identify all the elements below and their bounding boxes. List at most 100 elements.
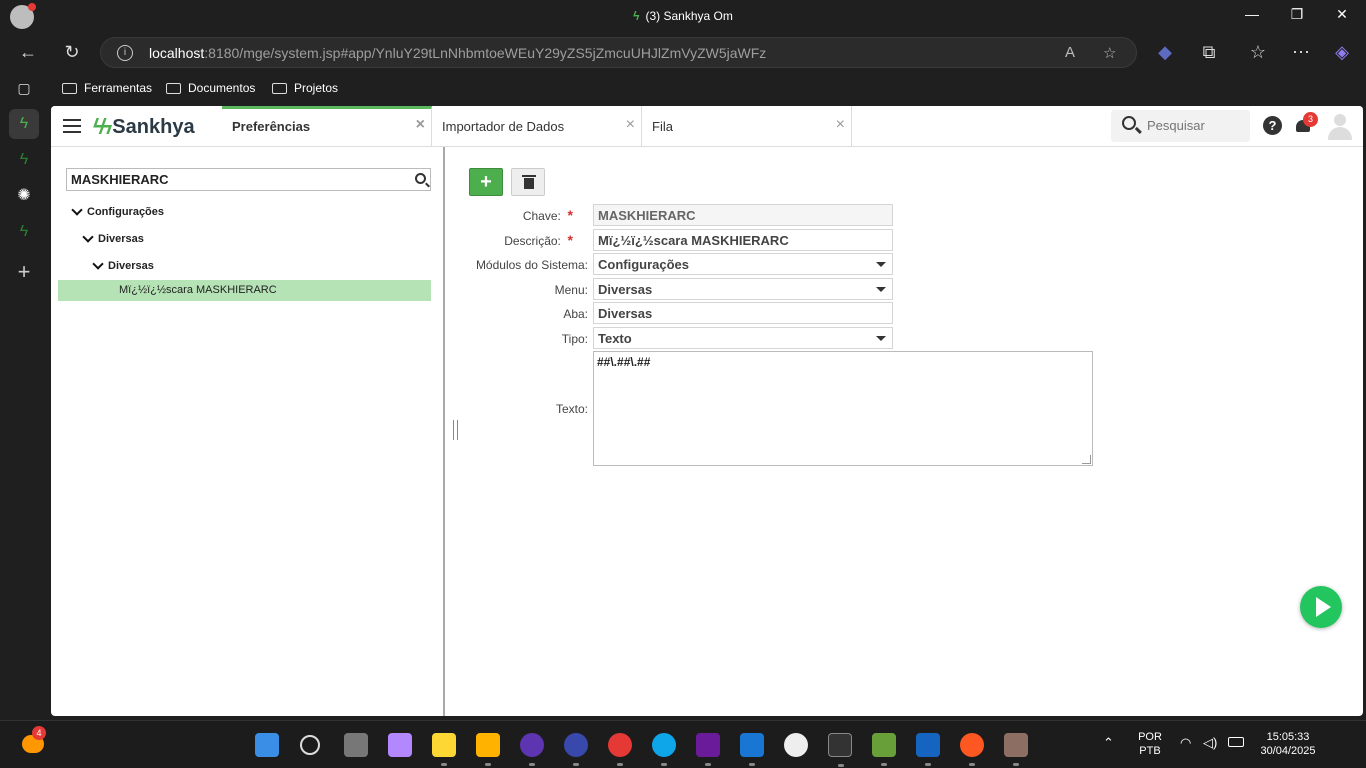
browser-nav-bar: ← ↻ i localhost:8180/mge/system.jsp#app/… bbox=[0, 33, 1366, 71]
close-window-icon[interactable]: ✕ bbox=[1332, 6, 1352, 23]
menu-select[interactable]: Diversas bbox=[593, 278, 893, 300]
language-indicator[interactable]: POR PTB bbox=[1133, 731, 1167, 757]
texto-textarea[interactable]: ##\.##\.## bbox=[593, 351, 1093, 466]
clock[interactable]: 15:05:33 30/04/2025 bbox=[1253, 731, 1323, 757]
tipo-select[interactable]: Texto bbox=[593, 327, 893, 349]
close-tab-icon[interactable]: × bbox=[836, 116, 845, 134]
back-icon[interactable]: ← bbox=[17, 41, 39, 63]
task-view-icon[interactable] bbox=[344, 733, 368, 757]
sankhya-logo: ϟϟ Sankhya bbox=[93, 114, 195, 139]
sankhya-app: ϟϟ Sankhya Preferências × Importador de D… bbox=[51, 106, 1363, 716]
more-menu-icon[interactable]: ⋯ bbox=[1290, 41, 1312, 63]
wifi-icon[interactable]: ◠ bbox=[1180, 735, 1191, 751]
search-icon[interactable] bbox=[415, 173, 426, 184]
app-icon-circle[interactable] bbox=[784, 733, 808, 757]
modulos-select[interactable]: Configurações bbox=[593, 253, 893, 275]
sankhya-tab-icon[interactable]: ϟ bbox=[9, 217, 39, 247]
sankhya-tab-icon[interactable]: ϟ bbox=[9, 109, 39, 139]
hamburger-menu-icon[interactable] bbox=[63, 119, 81, 133]
favorite-ferramentas[interactable]: Ferramentas bbox=[62, 81, 152, 95]
show-hidden-icons-icon[interactable]: ⌃ bbox=[1103, 735, 1114, 751]
vertical-tabs-rail: ϟ ϟ ✺ ϟ + bbox=[0, 105, 48, 720]
battery-icon[interactable] bbox=[1228, 737, 1244, 747]
windows-taskbar: 4 ⌃ POR PTB ◠ ◁) 15:05:33 30/04/2025 bbox=[0, 720, 1366, 768]
extension-icon[interactable]: ◆ bbox=[1154, 41, 1176, 63]
search-input[interactable] bbox=[1147, 118, 1243, 133]
chave-field[interactable]: MASKHIERARC bbox=[593, 204, 893, 226]
volume-icon[interactable]: ◁) bbox=[1203, 735, 1217, 751]
delete-button[interactable] bbox=[511, 168, 545, 196]
global-search[interactable] bbox=[1111, 110, 1250, 142]
tree-leaf-selected[interactable]: Mï¿½ï¿½scara MASKHIERARC bbox=[58, 280, 431, 301]
favorite-projetos[interactable]: Projetos bbox=[272, 81, 338, 95]
weather-icon[interactable]: 4 bbox=[22, 726, 46, 753]
restore-icon[interactable]: ❐ bbox=[1287, 6, 1307, 23]
extensions-puzzle-icon[interactable]: ⧉ bbox=[1198, 41, 1220, 63]
new-tab-icon[interactable]: + bbox=[9, 257, 39, 287]
site-info-icon[interactable]: i bbox=[117, 45, 133, 61]
app-icon-w[interactable] bbox=[520, 733, 544, 766]
start-icon[interactable] bbox=[255, 733, 279, 757]
chrome-icon[interactable] bbox=[608, 733, 632, 766]
chatgpt-tab-icon[interactable]: ✺ bbox=[9, 181, 39, 211]
tree-search-input[interactable] bbox=[71, 172, 401, 187]
descricao-label: Descrição: * bbox=[504, 232, 573, 248]
refresh-icon[interactable]: ↻ bbox=[61, 41, 83, 63]
trash-icon bbox=[522, 175, 536, 177]
tab-importador-de-dados[interactable]: Importador de Dados × bbox=[432, 106, 642, 147]
postman-icon[interactable] bbox=[960, 733, 984, 766]
tipo-label: Tipo: bbox=[561, 332, 588, 346]
add-button[interactable]: + bbox=[469, 168, 503, 196]
edge-icon[interactable] bbox=[652, 733, 676, 766]
address-bar[interactable]: i localhost:8180/mge/system.jsp#app/Ynlu… bbox=[100, 37, 1137, 68]
copilot-icon[interactable]: ◈ bbox=[1331, 41, 1353, 63]
read-aloud-icon[interactable]: A bbox=[1065, 44, 1075, 61]
chave-label: Chave: * bbox=[522, 207, 573, 223]
play-button[interactable] bbox=[1300, 586, 1342, 628]
window-title: ϟ (3) Sankhya Om bbox=[633, 9, 733, 23]
url-text[interactable]: localhost:8180/mge/system.jsp#app/YnluY2… bbox=[149, 45, 766, 61]
texto-label: Texto: bbox=[555, 402, 588, 416]
sankhya-tab-icon[interactable]: ϟ bbox=[9, 145, 39, 175]
aba-label: Aba: bbox=[563, 307, 588, 321]
notification-badge: 3 bbox=[1303, 112, 1318, 127]
tree-node-diversas-sub[interactable]: Diversas bbox=[92, 258, 154, 272]
folder-icon bbox=[272, 82, 287, 94]
app-icon-gear[interactable] bbox=[564, 733, 588, 766]
search-icon[interactable] bbox=[300, 735, 320, 755]
terminal-icon[interactable] bbox=[828, 733, 852, 767]
tab-preferencias[interactable]: Preferências × bbox=[222, 106, 432, 147]
tab-fila[interactable]: Fila × bbox=[642, 106, 852, 147]
tree-search-box[interactable] bbox=[66, 168, 431, 191]
help-icon[interactable]: ? bbox=[1263, 116, 1282, 135]
minimize-icon[interactable]: — bbox=[1242, 6, 1262, 22]
notepad-icon[interactable] bbox=[872, 733, 896, 766]
pane-splitter-handle[interactable] bbox=[453, 420, 458, 440]
favorites-list-icon[interactable]: ☆ bbox=[1247, 41, 1269, 63]
vscode-icon[interactable] bbox=[740, 733, 764, 766]
copilot-icon[interactable] bbox=[388, 733, 412, 757]
favorite-star-icon[interactable]: ☆ bbox=[1103, 44, 1116, 62]
user-avatar-icon[interactable] bbox=[1328, 114, 1352, 140]
close-tab-icon[interactable]: × bbox=[626, 116, 635, 134]
chevron-down-icon[interactable] bbox=[71, 204, 83, 216]
tree-node-configuracoes[interactable]: Configurações bbox=[71, 204, 164, 218]
descricao-field[interactable]: Mï¿½ï¿½scara MASKHIERARC bbox=[593, 229, 893, 251]
aba-field[interactable]: Diversas bbox=[593, 302, 893, 324]
close-tab-icon[interactable]: × bbox=[416, 116, 425, 134]
menu-label: Menu: bbox=[554, 283, 588, 297]
favorite-documentos[interactable]: Documentos bbox=[166, 81, 255, 95]
intellij-icon[interactable] bbox=[696, 733, 720, 766]
chevron-down-icon[interactable] bbox=[82, 231, 94, 243]
tab-actions-icon[interactable]: ▢ bbox=[13, 77, 35, 99]
sticky-notes-icon[interactable] bbox=[432, 733, 456, 766]
winrar-icon[interactable] bbox=[1004, 733, 1028, 766]
remote-desktop-icon[interactable] bbox=[916, 733, 940, 766]
chevron-down-icon[interactable] bbox=[92, 258, 104, 270]
app-header: ϟϟ Sankhya Preferências × Importador de D… bbox=[51, 106, 1363, 147]
file-explorer-icon[interactable] bbox=[476, 733, 500, 766]
modulos-label: Módulos do Sistema: bbox=[475, 258, 588, 272]
tree-node-diversas[interactable]: Diversas bbox=[82, 231, 144, 245]
notifications-bell-icon[interactable]: 3 bbox=[1294, 112, 1318, 136]
folder-icon bbox=[166, 82, 181, 94]
